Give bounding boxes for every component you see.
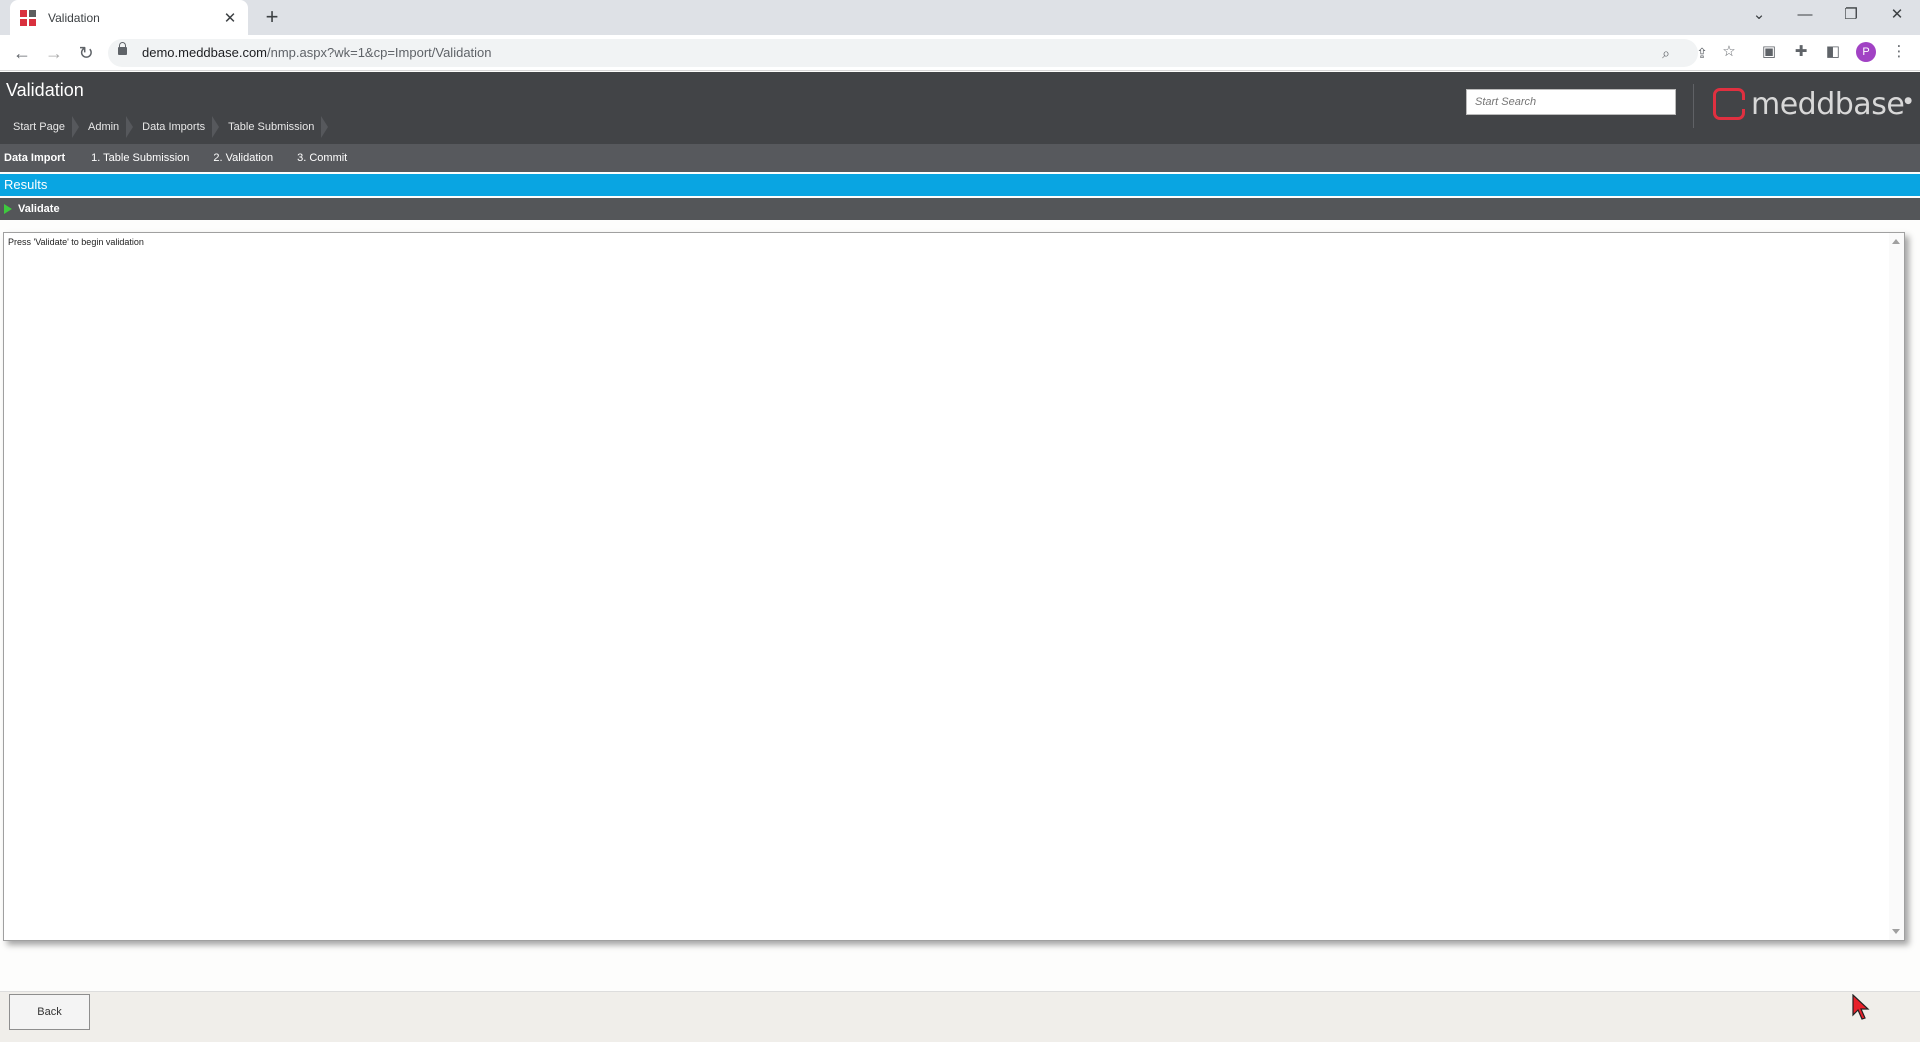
minimize-icon[interactable]: — (1782, 0, 1828, 30)
validate-button[interactable]: Validate (18, 203, 60, 215)
wizard-steps: Data Import 1. Table Submission 2. Valid… (0, 144, 1920, 172)
browser-toolbar: ← → ↻ demo.meddbase.com/nmp.aspx?wk=1&cp… (0, 35, 1920, 71)
registered-mark-icon: ● (1904, 95, 1912, 106)
side-panel-icon[interactable]: ◧ (1822, 41, 1844, 63)
scroll-up-icon[interactable] (1892, 239, 1900, 244)
action-bar: Validate (0, 198, 1920, 220)
results-heading: Results (0, 174, 1920, 196)
menu-dots-icon[interactable]: ⋮ (1888, 41, 1910, 63)
search-input[interactable] (1466, 89, 1676, 115)
url-text: demo.meddbase.com/nmp.aspx?wk=1&cp=Impor… (142, 45, 492, 60)
step-validation[interactable]: 2. Validation (201, 152, 285, 164)
breadcrumb-item[interactable]: Data Imports (133, 116, 220, 138)
logo-text: meddbase● (1751, 87, 1912, 122)
breadcrumb-item[interactable]: Table Submission (219, 116, 329, 138)
browser-tab[interactable]: Validation ✕ (10, 0, 248, 35)
play-icon (4, 204, 12, 214)
step-commit[interactable]: 3. Commit (285, 152, 359, 164)
forward-arrow-icon[interactable]: → (40, 40, 68, 66)
breadcrumb: Start Page Admin Data Imports Table Subm… (4, 116, 329, 138)
bookmark-star-icon[interactable]: ☆ (1718, 41, 1740, 63)
reload-icon[interactable]: ↻ (72, 40, 100, 66)
back-arrow-icon[interactable]: ← (8, 40, 36, 66)
share-icon[interactable]: ⇪ (1692, 43, 1712, 63)
meddbase-favicon-icon (20, 9, 36, 26)
extension-icon[interactable]: ▣ (1758, 41, 1780, 63)
browser-tabstrip: Validation ✕ + ⌄ — ❐ ✕ (0, 0, 1920, 35)
scroll-down-icon[interactable] (1892, 929, 1900, 934)
mouse-cursor-icon (1852, 994, 1870, 1020)
address-bar[interactable]: demo.meddbase.com/nmp.aspx?wk=1&cp=Impor… (108, 39, 1708, 67)
puzzle-icon[interactable]: ✚ (1790, 41, 1812, 63)
breadcrumb-item[interactable]: Start Page (4, 116, 79, 138)
app-header: Validation Start Page Admin Data Imports… (0, 72, 1920, 144)
breadcrumb-item[interactable]: Admin (79, 116, 134, 138)
back-button[interactable]: Back (9, 994, 90, 1030)
restore-icon[interactable]: ❐ (1828, 0, 1874, 30)
status-message: Press 'Validate' to begin validation (8, 237, 144, 247)
url-path: /nmp.aspx?wk=1&cp=Import/Validation (267, 45, 492, 60)
close-tab-icon[interactable]: ✕ (218, 9, 242, 27)
results-panel: Press 'Validate' to begin validation (3, 232, 1905, 941)
close-window-icon[interactable]: ✕ (1874, 0, 1920, 30)
url-host: demo.meddbase.com (142, 45, 268, 60)
header-divider (1693, 84, 1694, 128)
logo-wordmark: meddbase (1751, 86, 1905, 122)
vertical-scrollbar[interactable] (1889, 233, 1904, 940)
page-title: Validation (6, 80, 84, 100)
wizard-title: Data Import (4, 152, 66, 164)
footer-bar: Back (0, 991, 1920, 1042)
lock-icon (118, 42, 127, 55)
zoom-icon[interactable]: ⌕ (1656, 43, 1676, 63)
meddbase-logo-icon (1713, 88, 1748, 120)
tab-search-icon[interactable]: ⌄ (1736, 0, 1782, 30)
profile-avatar[interactable]: P (1856, 42, 1876, 62)
tab-title: Validation (48, 10, 100, 25)
new-tab-button[interactable]: + (258, 4, 286, 32)
meddbase-logo: meddbase● (1713, 84, 1912, 124)
step-table-submission[interactable]: 1. Table Submission (79, 152, 201, 164)
